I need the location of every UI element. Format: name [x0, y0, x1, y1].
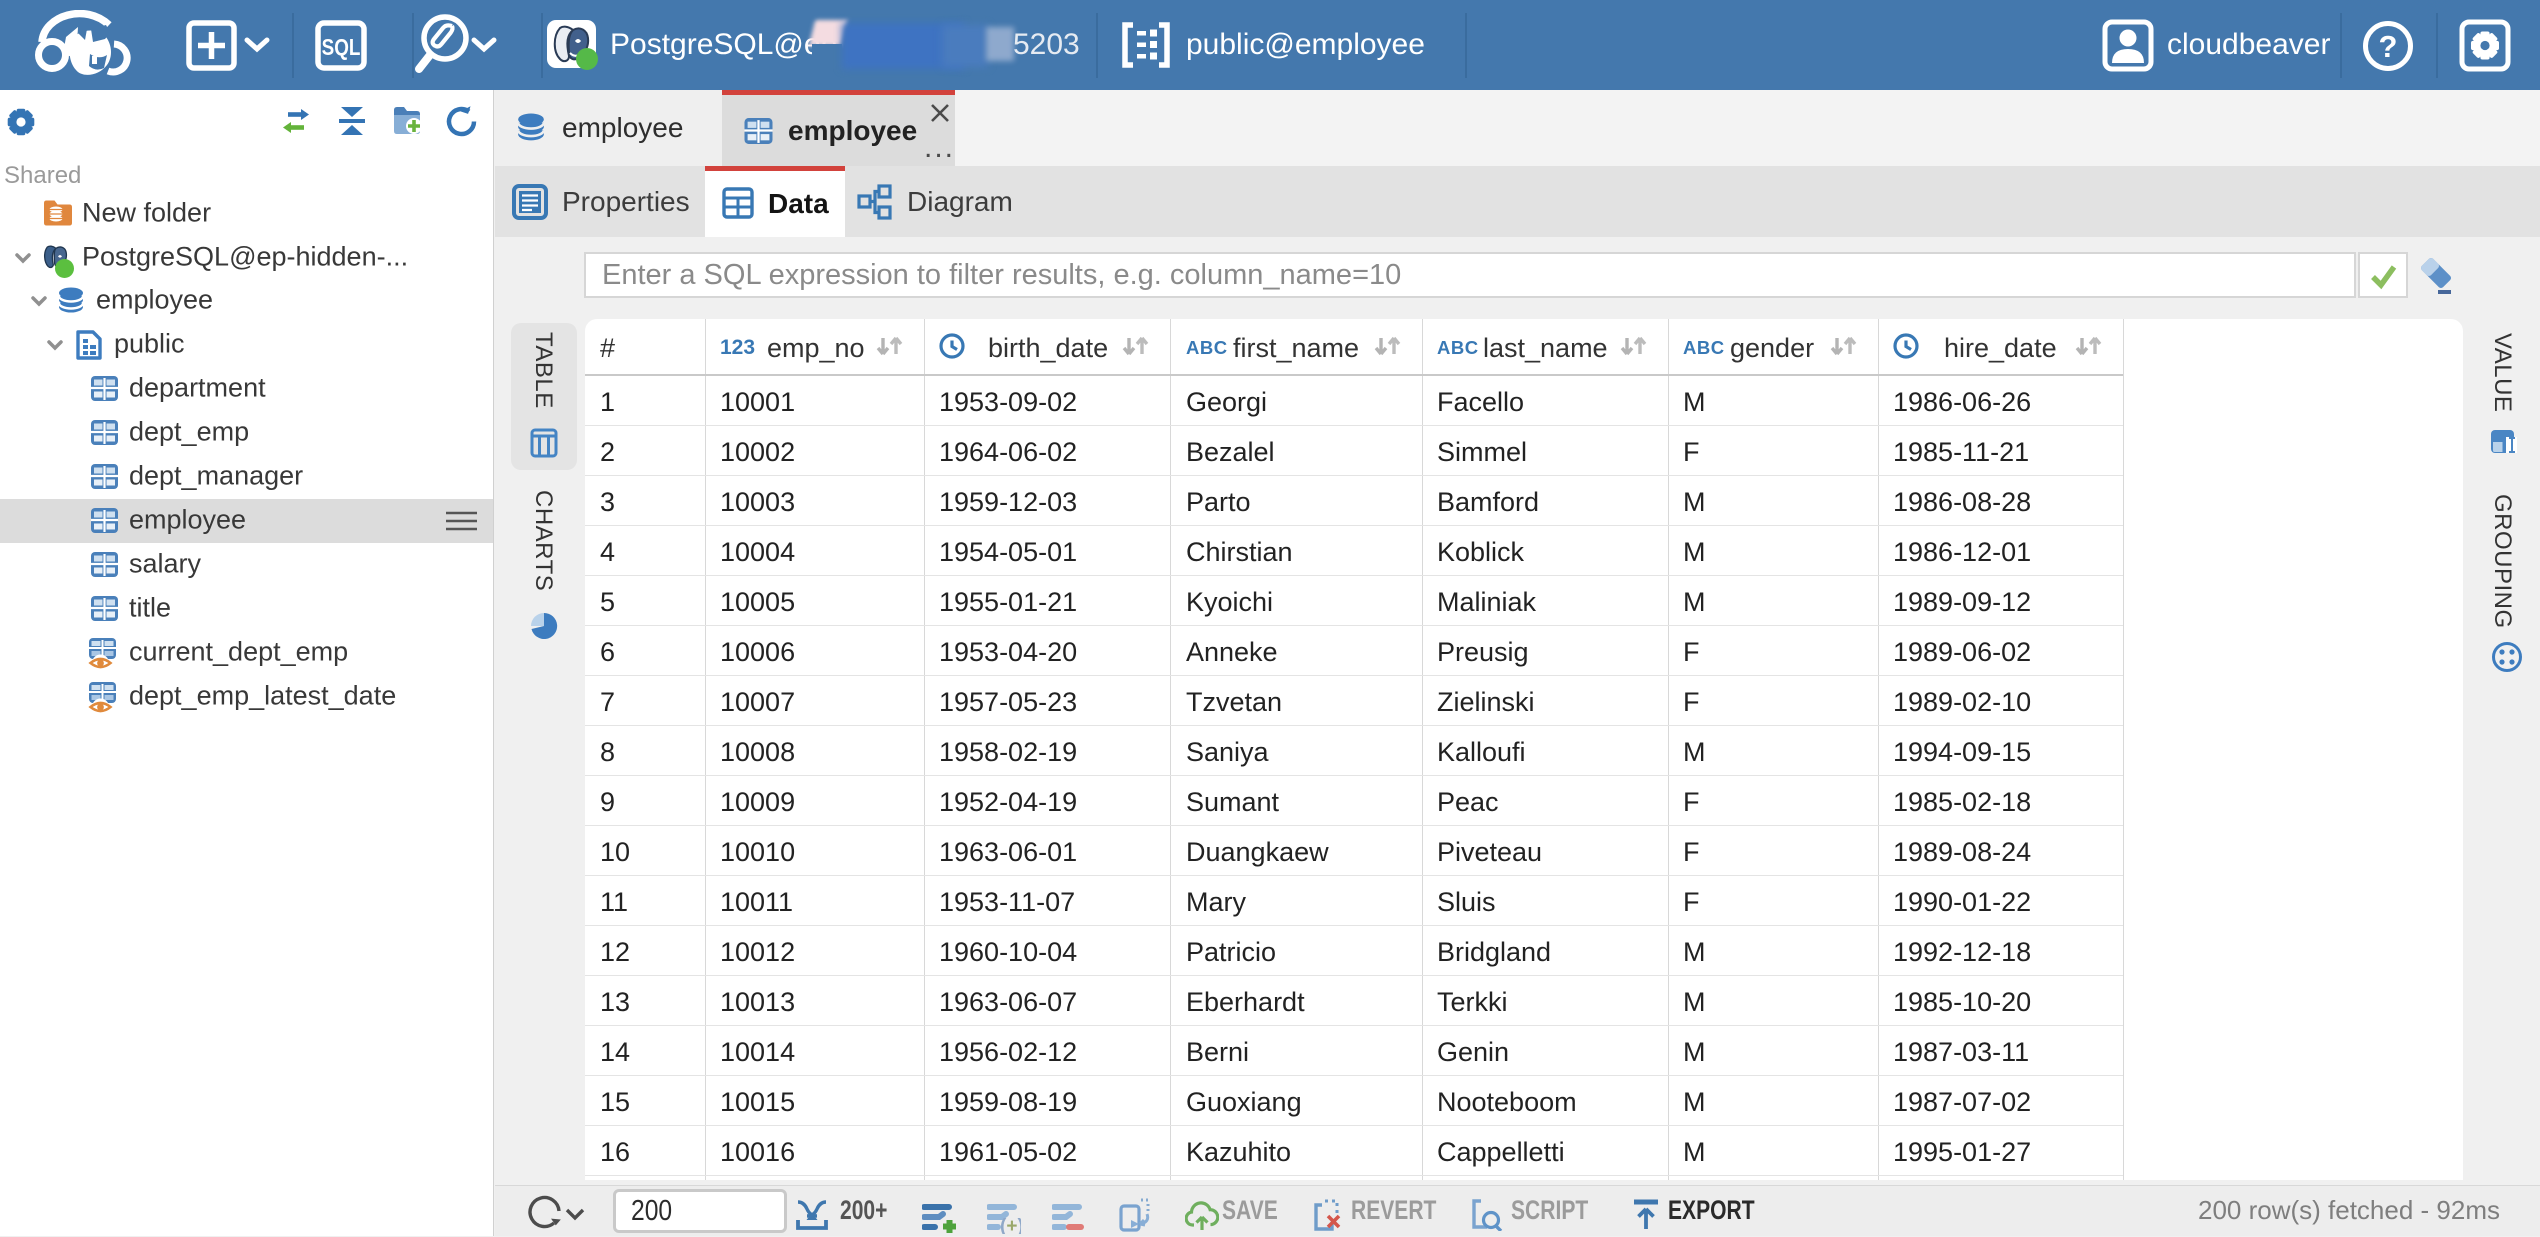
svg-text:(+): (+)	[1000, 1216, 1021, 1234]
svg-text:SQL: SQL	[322, 35, 361, 60]
svg-text:?: ?	[2379, 29, 2398, 64]
